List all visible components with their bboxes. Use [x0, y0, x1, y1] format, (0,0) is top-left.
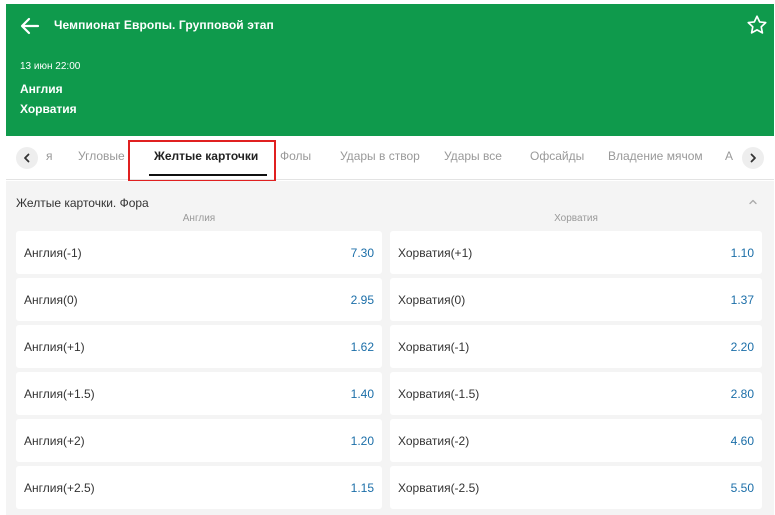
tab-offsides[interactable]: Офсайды	[530, 149, 584, 163]
match-header: Чемпионат Европы. Групповой этап 13 июн …	[6, 4, 774, 136]
odds-row-away[interactable]: Хорватия(-1.5) 2.80	[390, 372, 762, 415]
chevron-left-icon	[24, 153, 30, 163]
outcome-label: Англия(+1)	[24, 339, 85, 354]
outcome-label: Хорватия(-2)	[398, 433, 470, 448]
tab-partial-right[interactable]: А	[725, 149, 733, 163]
odds-value: 1.37	[730, 292, 754, 307]
odds-value: 2.95	[350, 292, 374, 307]
odds-row-home[interactable]: Англия(+1.5) 1.40	[16, 372, 382, 415]
favorite-button[interactable]	[746, 14, 768, 36]
odds-value: 5.50	[730, 480, 754, 495]
odds-value: 1.10	[730, 245, 754, 260]
active-tab-underline	[149, 174, 267, 176]
tab-yellow-cards[interactable]: Желтые карточки	[154, 149, 258, 163]
odds-value: 1.40	[350, 386, 374, 401]
outcome-label: Хорватия(+1)	[398, 245, 473, 260]
outcome-label: Англия(0)	[24, 292, 78, 307]
back-button[interactable]	[18, 14, 42, 38]
outcome-label: Хорватия(-2.5)	[398, 480, 480, 495]
outcome-label: Хорватия(-1.5)	[398, 386, 480, 401]
outcome-label: Англия(-1)	[24, 245, 82, 260]
outcome-label: Англия(+2.5)	[24, 480, 95, 495]
outcome-label: Англия(+2)	[24, 433, 85, 448]
market-section: Желтые карточки. Фора Англия Хорватия Ан…	[6, 181, 774, 515]
odds-value: 2.20	[730, 339, 754, 354]
outcome-label: Англия(+1.5)	[24, 386, 95, 401]
star-icon	[747, 15, 767, 34]
team-home: Англия	[20, 82, 63, 96]
tabs-scroll-left-button[interactable]	[16, 147, 38, 169]
odds-row-home[interactable]: Англия(-1) 7.30	[16, 231, 382, 274]
match-time: 13 июн 22:00	[20, 61, 81, 72]
odds-value: 1.15	[350, 480, 374, 495]
odds-row-away[interactable]: Хорватия(-1) 2.20	[390, 325, 762, 368]
tabs-scroll-right-button[interactable]	[742, 147, 764, 169]
market-tabs: я Угловые Желтые карточки Фолы Удары в с…	[6, 136, 774, 180]
collapse-button[interactable]	[746, 195, 760, 209]
outcome-label: Хорватия(-1)	[398, 339, 470, 354]
tab-shots-total[interactable]: Удары все	[444, 149, 502, 163]
tab-fouls[interactable]: Фолы	[280, 149, 311, 163]
odds-value: 4.60	[730, 433, 754, 448]
page-title: Чемпионат Европы. Групповой этап	[54, 18, 274, 32]
odds-value: 1.20	[350, 433, 374, 448]
odds-row-away[interactable]: Хорватия(0) 1.37	[390, 278, 762, 321]
column-header-away: Хорватия	[554, 213, 598, 224]
odds-value: 1.62	[350, 339, 374, 354]
odds-row-home[interactable]: Англия(+2) 1.20	[16, 419, 382, 462]
odds-row-away[interactable]: Хорватия(+1) 1.10	[390, 231, 762, 274]
tab-shots-on-target[interactable]: Удары в створ	[340, 149, 420, 163]
arrow-left-icon	[20, 17, 40, 35]
chevron-up-icon	[749, 199, 757, 205]
odds-row-away[interactable]: Хорватия(-2.5) 5.50	[390, 466, 762, 509]
market-title: Желтые карточки. Фора	[16, 196, 149, 210]
odds-row-home[interactable]: Англия(+1) 1.62	[16, 325, 382, 368]
odds-row-home[interactable]: Англия(+2.5) 1.15	[16, 466, 382, 509]
odds-row-home[interactable]: Англия(0) 2.95	[16, 278, 382, 321]
chevron-right-icon	[750, 153, 756, 163]
odds-value: 7.30	[350, 245, 374, 260]
tab-partial-left[interactable]: я	[46, 149, 53, 163]
outcome-label: Хорватия(0)	[398, 292, 466, 307]
team-away: Хорватия	[20, 102, 77, 116]
tab-corners[interactable]: Угловые	[78, 149, 125, 163]
odds-value: 2.80	[730, 386, 754, 401]
column-header-home: Англия	[182, 213, 216, 224]
tab-possession[interactable]: Владение мячом	[608, 149, 703, 163]
odds-row-away[interactable]: Хорватия(-2) 4.60	[390, 419, 762, 462]
